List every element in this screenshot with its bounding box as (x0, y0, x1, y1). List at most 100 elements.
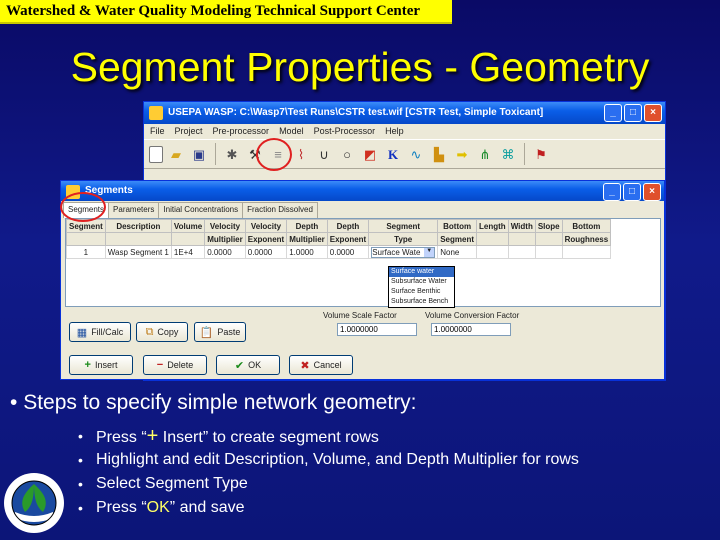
dialog-close-button[interactable]: × (643, 183, 661, 201)
run-icon[interactable]: ◩ (360, 144, 380, 164)
menu-pre-processor[interactable]: Pre-processor (213, 126, 270, 139)
tree-icon[interactable]: ⋔ (475, 144, 495, 164)
org-header-bar: Watershed & Water Quality Modeling Techn… (0, 0, 452, 24)
paste-button[interactable]: 📋 Paste (194, 322, 246, 342)
open-folder-icon[interactable]: ▰ (166, 144, 186, 164)
steps-list: Press “+ Insert” to create segment rows … (78, 424, 579, 520)
segments-dialog: Segments _ □ × Segments Parameters Initi… (60, 180, 665, 380)
circle-icon[interactable]: ○ (337, 144, 357, 164)
plus-icon-inline: + (146, 425, 159, 447)
ok-label: OK (248, 360, 262, 370)
col-bottom-segment: Bottom (437, 219, 478, 233)
option-surface-benthic[interactable]: Surface Benthic (389, 287, 454, 297)
flag-icon[interactable]: ⚑ (531, 144, 551, 164)
volume-scale-label: Volume Scale Factor (323, 311, 397, 320)
col-length: Length (476, 219, 509, 233)
col-width: Width (507, 219, 536, 233)
volume-scale-field[interactable]: 1.0000000 (337, 323, 417, 336)
segment-type-dropdown[interactable]: Surface Wate ▼ (371, 246, 436, 258)
table-header-row-2: Multiplier Exponent Multiplier Exponent … (66, 232, 612, 246)
table-row[interactable]: 1 Wasp Segment 1 1E+4 0.0000 0.0000 1.00… (66, 245, 612, 259)
step4-text-post: ” and save (169, 499, 245, 516)
fill-calc-label: Fill/Calc (91, 327, 124, 337)
main-bullet: • Steps to specify simple network geomet… (10, 391, 417, 415)
cell-slope[interactable] (534, 245, 563, 259)
close-button[interactable]: × (644, 104, 662, 122)
copy-button[interactable]: ⧉ Copy (136, 322, 188, 342)
segments-dialog-titlebar[interactable]: Segments _ □ × (61, 181, 664, 201)
cell-depth-multiplier[interactable]: 1.0000 (286, 245, 328, 259)
cell-description[interactable]: Wasp Segment 1 (104, 245, 172, 259)
cell-bottom-roughness[interactable] (561, 245, 612, 259)
copy-label: Copy (157, 327, 179, 337)
cell-width[interactable] (507, 245, 536, 259)
ok-button[interactable]: ✔ OK (216, 355, 280, 375)
maximize-button[interactable]: □ (624, 104, 642, 122)
wave-icon[interactable]: ∿ (406, 144, 426, 164)
tab-fraction-dissolved[interactable]: Fraction Dissolved (242, 202, 318, 218)
menu-model[interactable]: Model (279, 126, 304, 139)
menu-file[interactable]: File (150, 126, 165, 139)
col-depth-multiplier-sub: Multiplier (286, 232, 328, 246)
cell-velocity-exponent[interactable]: 0.0000 (244, 245, 288, 259)
paste-icon: 📋 (199, 326, 214, 339)
menu-post-processor[interactable]: Post-Processor (314, 126, 376, 139)
cell-length[interactable] (476, 245, 509, 259)
col-velocity-multiplier: Velocity (204, 219, 246, 233)
delete-label: Delete (167, 360, 194, 370)
cell-volume[interactable]: 1E+4 (170, 245, 206, 259)
option-surface-water[interactable]: Surface water (389, 267, 454, 277)
col-velocity-exponent-sub: Exponent (244, 232, 288, 246)
col-width-sub (507, 232, 536, 246)
chevron-down-icon[interactable]: ▼ (424, 247, 435, 257)
main-window-title: USEPA WASP: C:\Wasp7\Test Runs\CSTR test… (168, 107, 544, 118)
tab-parameters[interactable]: Parameters (108, 202, 160, 218)
dialog-minimize-button[interactable]: _ (603, 183, 621, 201)
option-subsurface-benthic[interactable]: Subsurface Bench (389, 297, 454, 307)
menu-project[interactable]: Project (175, 126, 203, 139)
tab-initial-concentrations[interactable]: Initial Concentrations (158, 202, 244, 218)
chart-bar-icon[interactable]: ▙ (429, 144, 449, 164)
save-disk-icon[interactable]: ▣ (189, 144, 209, 164)
settings-tool-icon[interactable]: ✱ (222, 144, 242, 164)
table-header-row: Segment Description Volume Velocity Velo… (66, 219, 612, 233)
main-bullet-text: Steps to specify simple network geometry… (23, 391, 417, 414)
new-document-icon[interactable] (149, 145, 163, 163)
col-depth-exponent: Depth (326, 219, 370, 233)
col-segment-sub (66, 232, 106, 246)
cell-velocity-multiplier[interactable]: 0.0000 (204, 245, 246, 259)
cell-segment[interactable]: 1 (66, 245, 106, 259)
insert-button[interactable]: + Insert (69, 355, 133, 375)
menu-help[interactable]: Help (385, 126, 404, 139)
curve-icon[interactable]: ∪ (314, 144, 334, 164)
minimize-button[interactable]: _ (604, 104, 622, 122)
k-icon[interactable]: K (383, 144, 403, 164)
col-bottom-roughness: Bottom (561, 219, 612, 233)
cancel-x-icon: ✖ (300, 359, 310, 372)
minus-icon: − (156, 359, 164, 371)
cell-bottom-segment[interactable]: None (437, 245, 478, 259)
insert-label: Insert (94, 360, 118, 370)
fill-calc-button[interactable]: ▦ Fill/Calc (69, 322, 131, 342)
option-subsurface-water[interactable]: Subsurface Water (389, 277, 454, 287)
paste-label: Paste (217, 327, 241, 337)
step1-text-pre: Press “ (96, 429, 147, 446)
cell-segment-type[interactable]: Surface Wate ▼ (368, 245, 439, 259)
step-insert: Press “+ Insert” to create segment rows (78, 424, 579, 448)
cancel-button[interactable]: ✖ Cancel (289, 355, 353, 375)
col-bottom-segment-sub: Segment (437, 232, 478, 246)
cell-depth-exponent[interactable]: 0.0000 (326, 245, 370, 259)
volume-conversion-field[interactable]: 1.0000000 (431, 323, 511, 336)
network-icon[interactable]: ⌘ (498, 144, 518, 164)
arrow-icon[interactable]: ➡ (452, 144, 472, 164)
col-segment-type-sub: Type (368, 232, 439, 246)
step4-text-pre: Press “ (96, 499, 147, 516)
delete-button[interactable]: − Delete (143, 355, 207, 375)
step1-text-post: Insert” to create segment rows (158, 429, 379, 446)
dialog-maximize-button[interactable]: □ (623, 183, 641, 201)
col-slope-sub (534, 232, 563, 246)
main-window-titlebar[interactable]: USEPA WASP: C:\Wasp7\Test Runs\CSTR test… (144, 102, 665, 124)
chart-icon[interactable]: ⌇ (291, 144, 311, 164)
col-description: Description (104, 219, 172, 233)
copy-icon: ⧉ (145, 325, 154, 338)
